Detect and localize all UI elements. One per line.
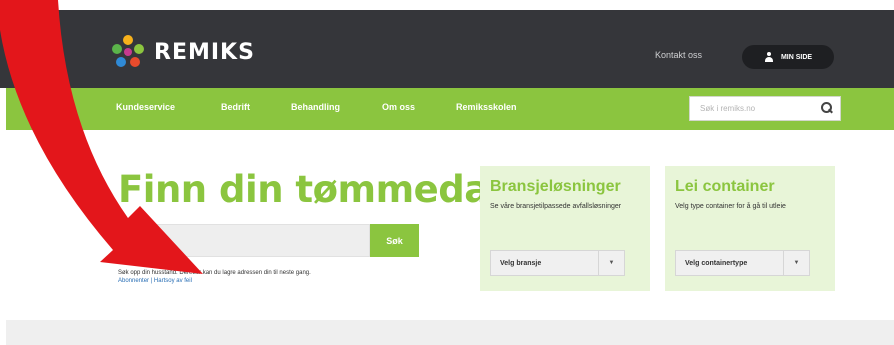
industry-select[interactable]: Velg bransje ▼ [490,250,625,276]
card-title: Lei container [675,178,775,195]
main-nav: Kundeservice Bedrift Behandling Om oss R… [6,88,894,130]
card-description: Velg type container for å gå til utleie [675,203,786,210]
my-page-label: MIN SIDE [780,53,813,61]
address-input-placeholder: husstand [129,236,166,246]
my-page-button[interactable]: MIN SIDE [742,45,834,69]
address-help-text: Søk opp din husstand. Deretter kan du la… [118,270,311,276]
nav-item-om-oss[interactable]: Om oss [382,102,415,112]
logo-text: REMIKS [154,39,255,65]
site-search-input[interactable]: Søk i remiks.no [689,96,841,121]
footer-band [6,320,894,345]
remiks-logo-icon [108,32,148,72]
card-description: Se våre bransjetilpassede avfallsløsning… [490,203,622,210]
nav-item-bedrift[interactable]: Bedrift [221,102,250,112]
industry-select-value: Velg bransje [500,260,542,267]
card-rent-container: Lei container Velg type container for å … [665,166,835,291]
top-header: REMIKS Kontakt oss MIN SIDE [0,10,894,88]
nav-item-behandling[interactable]: Behandling [291,102,340,112]
chevron-down-icon: ▼ [783,251,809,275]
page-title: Finn din tømmedag [118,168,515,211]
card-industry-solutions: Bransjeløsninger Se våre bransjetilpasse… [480,166,650,291]
chevron-down-icon: ▼ [598,251,624,275]
address-links[interactable]: Abonnenter | Hartsoy av feil [118,278,192,284]
container-type-select[interactable]: Velg containertype ▼ [675,250,810,276]
address-input[interactable]: husstand [118,224,370,257]
user-icon [764,51,774,63]
card-title: Bransjeløsninger [490,178,621,195]
nav-item-remiksskolen[interactable]: Remiksskolen [456,102,517,112]
site-search-placeholder: Søk i remiks.no [700,104,756,113]
logo[interactable]: REMIKS [108,32,255,72]
address-search-button[interactable]: Søk [370,224,419,257]
contact-link[interactable]: Kontakt oss [655,50,702,60]
nav-item-kundeservice[interactable]: Kundeservice [116,102,175,112]
search-icon[interactable] [821,102,832,113]
container-type-select-value: Velg containertype [685,260,748,267]
